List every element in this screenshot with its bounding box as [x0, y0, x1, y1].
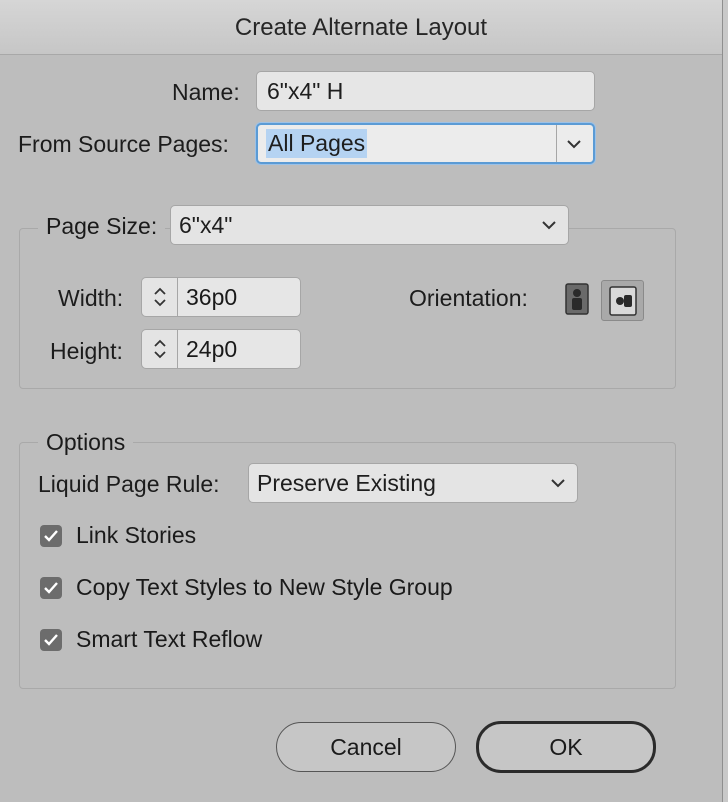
width-label: Width: — [58, 285, 124, 311]
height-input[interactable]: 24p0 — [177, 329, 301, 369]
chevron-down-icon — [153, 351, 166, 359]
portrait-orientation-button[interactable] — [558, 280, 596, 318]
checkmark-icon — [44, 633, 58, 646]
landscape-orientation-button[interactable] — [601, 280, 644, 321]
orientation-label: Orientation: — [409, 285, 528, 311]
create-alternate-layout-dialog: Create Alternate Layout Name: 6"x4" H Fr… — [0, 0, 723, 802]
select-divider — [556, 125, 557, 162]
chevron-up-icon — [153, 287, 166, 295]
ok-button[interactable]: OK — [476, 721, 656, 773]
checkbox-checked[interactable] — [40, 628, 62, 651]
chevron-down-icon — [153, 299, 166, 307]
chevron-up-icon — [153, 339, 166, 347]
height-stepper[interactable] — [141, 329, 177, 369]
source-pages-select[interactable]: All Pages — [256, 123, 595, 164]
checkbox-checked[interactable] — [40, 576, 62, 599]
cancel-button[interactable]: Cancel — [276, 722, 456, 772]
dialog-title: Create Alternate Layout — [0, 0, 722, 55]
name-input[interactable]: 6"x4" H — [256, 71, 595, 111]
source-pages-value: All Pages — [266, 129, 368, 158]
width-stepper[interactable] — [141, 277, 177, 317]
checkbox-label: Smart Text Reflow — [76, 626, 263, 652]
smart-text-reflow-checkbox[interactable]: Smart Text Reflow — [40, 626, 262, 653]
page-size-value: 6"x4" — [179, 211, 233, 238]
landscape-icon — [608, 285, 637, 316]
height-label: Height: — [50, 338, 123, 364]
checkbox-checked[interactable] — [40, 524, 62, 547]
portrait-icon — [565, 283, 589, 315]
name-label: Name: — [172, 79, 240, 105]
source-pages-label: From Source Pages: — [18, 131, 229, 157]
width-input[interactable]: 36p0 — [177, 277, 301, 317]
link-stories-checkbox[interactable]: Link Stories — [40, 522, 196, 549]
options-legend: Options — [38, 429, 134, 456]
checkbox-label: Copy Text Styles to New Style Group — [76, 574, 453, 600]
chevron-down-icon — [567, 139, 581, 148]
checkmark-icon — [44, 581, 58, 594]
checkmark-icon — [44, 529, 58, 542]
chevron-down-icon — [551, 479, 565, 488]
page-size-select[interactable]: 6"x4" — [170, 205, 569, 245]
liquid-page-rule-label: Liquid Page Rule: — [38, 471, 220, 497]
liquid-page-rule-select[interactable]: Preserve Existing — [248, 463, 578, 503]
chevron-down-icon — [542, 221, 556, 230]
copy-text-styles-checkbox[interactable]: Copy Text Styles to New Style Group — [40, 574, 453, 601]
checkbox-label: Link Stories — [76, 522, 197, 548]
page-size-label: Page Size: — [38, 213, 166, 240]
liquid-page-rule-value: Preserve Existing — [257, 469, 436, 496]
